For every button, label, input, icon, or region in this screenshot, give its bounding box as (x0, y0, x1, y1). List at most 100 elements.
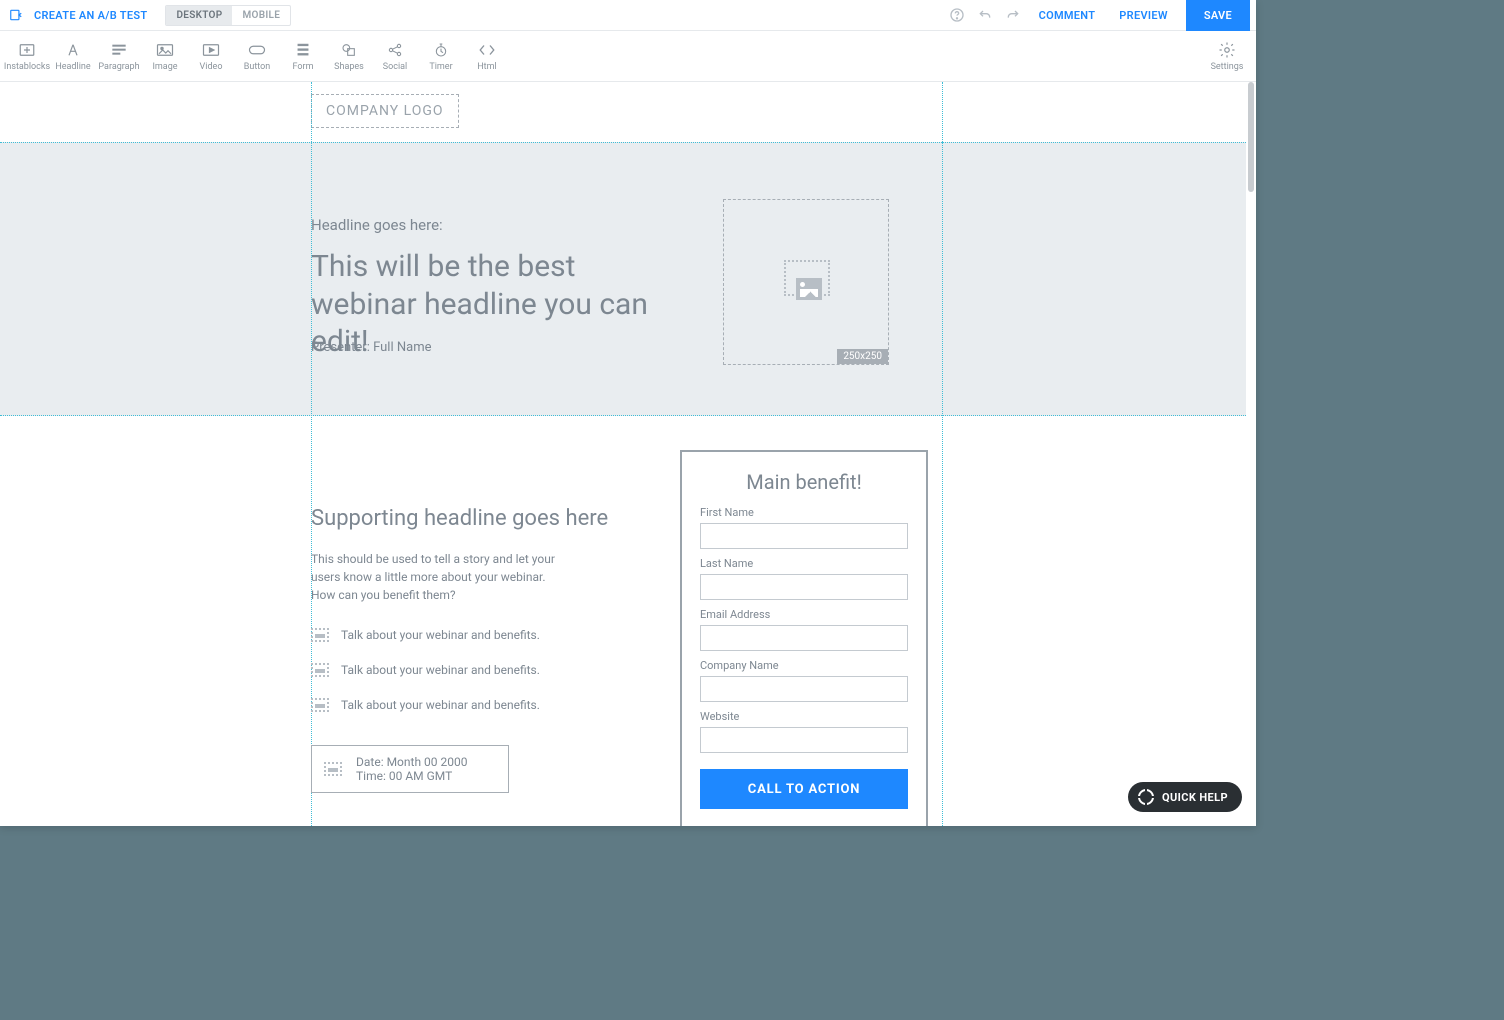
date-line: Date: Month 00 2000 (356, 755, 467, 769)
image-icon (311, 628, 329, 642)
redo-icon (1005, 7, 1021, 23)
support-body[interactable]: This should be used to tell a story and … (311, 550, 571, 604)
comment-link[interactable]: COMMENT (1027, 9, 1108, 22)
website-input[interactable] (700, 727, 908, 753)
shapes-icon (341, 42, 357, 58)
page: COMPANY LOGO Headline goes here: This wi… (0, 82, 1246, 826)
button-icon (248, 44, 266, 56)
field-label: Email Address (700, 608, 908, 621)
email-input[interactable] (700, 625, 908, 651)
device-mobile-button[interactable]: MOBILE (232, 6, 290, 25)
help-icon (949, 7, 965, 23)
back-icon (9, 8, 23, 22)
instablocks-icon (18, 42, 36, 58)
form-title[interactable]: Main benefit! (700, 470, 908, 494)
tool-strip: Instablocks Headline Paragraph Image Vid… (0, 31, 1256, 82)
image-icon (311, 698, 329, 712)
preview-link[interactable]: PREVIEW (1107, 9, 1180, 22)
tool-headline[interactable]: Headline (50, 31, 96, 81)
social-icon (387, 42, 403, 58)
app-bar: CREATE AN A/B TEST DESKTOP MOBILE COMMEN… (0, 0, 1256, 31)
tool-label: Timer (429, 62, 452, 72)
tool-label: Social (383, 62, 407, 72)
undo-icon (977, 7, 993, 23)
tool-label: Shapes (334, 62, 364, 72)
tool-paragraph[interactable]: Paragraph (96, 31, 142, 81)
video-icon (202, 43, 220, 57)
quick-help-label: QUICK HELP (1162, 791, 1228, 804)
tool-social[interactable]: Social (372, 31, 418, 81)
form-card[interactable]: Main benefit! First Name Last Name Email… (680, 450, 928, 826)
scrollbar-thumb[interactable] (1248, 82, 1254, 192)
hero-image-placeholder[interactable]: 250x250 (723, 199, 889, 365)
bullet-text: Talk about your webinar and benefits. (341, 628, 540, 642)
image-icon (324, 762, 342, 776)
device-desktop-button[interactable]: DESKTOP (166, 6, 232, 25)
date-time-text: Date: Month 00 2000 Time: 00 AM GMT (356, 755, 467, 783)
guide-vertical (942, 82, 943, 826)
image-icon (311, 663, 329, 677)
guide-vertical (311, 82, 312, 826)
last-name-input[interactable] (700, 574, 908, 600)
settings-label: Settings (1211, 62, 1244, 72)
image-size-tag: 250x250 (837, 349, 888, 364)
time-line: Time: 00 AM GMT (356, 769, 452, 783)
create-ab-test-link[interactable]: CREATE AN A/B TEST (34, 9, 147, 22)
first-name-input[interactable] (700, 523, 908, 549)
editor-shell: CREATE AN A/B TEST DESKTOP MOBILE COMMEN… (0, 0, 1256, 826)
support-bullet[interactable]: Talk about your webinar and benefits. (311, 663, 540, 677)
field-label: Website (700, 710, 908, 723)
hero-presenter[interactable]: Presenter: Full Name (311, 340, 432, 355)
support-heading[interactable]: Supporting headline goes here (311, 506, 608, 531)
tool-instablocks[interactable]: Instablocks (4, 31, 50, 81)
lifebuoy-icon (1138, 789, 1154, 805)
redo-button[interactable] (999, 1, 1027, 29)
image-icon (796, 278, 822, 300)
support-bullet[interactable]: Talk about your webinar and benefits. (311, 628, 540, 642)
tool-video[interactable]: Video (188, 31, 234, 81)
form-icon (296, 42, 310, 58)
tool-label: Video (200, 62, 223, 72)
timer-icon (433, 42, 449, 58)
html-icon (478, 43, 496, 57)
gear-icon (1218, 41, 1236, 59)
bullet-text: Talk about your webinar and benefits. (341, 663, 540, 677)
tool-form[interactable]: Form (280, 31, 326, 81)
tool-label: Headline (55, 62, 90, 72)
section-logo[interactable]: COMPANY LOGO (0, 82, 1246, 142)
tool-label: Button (244, 62, 270, 72)
settings-button[interactable]: Settings (1204, 41, 1250, 72)
image-icon (156, 43, 174, 57)
help-button[interactable] (943, 1, 971, 29)
quick-help-button[interactable]: QUICK HELP (1128, 782, 1242, 812)
guide-horizontal (0, 142, 1246, 143)
canvas[interactable]: COMPANY LOGO Headline goes here: This wi… (0, 82, 1256, 826)
field-label: First Name (700, 506, 908, 519)
undo-button[interactable] (971, 1, 999, 29)
support-bullet[interactable]: Talk about your webinar and benefits. (311, 698, 540, 712)
company-input[interactable] (700, 676, 908, 702)
tool-label: Paragraph (98, 62, 139, 72)
headline-icon (65, 42, 81, 58)
tool-label: Instablocks (4, 62, 50, 72)
tool-html[interactable]: Html (464, 31, 510, 81)
paragraph-icon (111, 44, 127, 56)
cta-button[interactable]: CALL TO ACTION (700, 769, 908, 809)
tool-button[interactable]: Button (234, 31, 280, 81)
hero-eyebrow[interactable]: Headline goes here: (311, 216, 443, 234)
tool-image[interactable]: Image (142, 31, 188, 81)
section-hero[interactable]: Headline goes here: This will be the bes… (0, 142, 1246, 416)
tool-shapes[interactable]: Shapes (326, 31, 372, 81)
bullet-text: Talk about your webinar and benefits. (341, 698, 540, 712)
device-toggle: DESKTOP MOBILE (165, 5, 291, 26)
tool-label: Html (477, 62, 496, 72)
tool-label: Image (152, 62, 177, 72)
date-time-box[interactable]: Date: Month 00 2000 Time: 00 AM GMT (311, 745, 509, 793)
section-support[interactable]: Supporting headline goes here This shoul… (0, 416, 1246, 826)
logo-placeholder[interactable]: COMPANY LOGO (311, 94, 459, 128)
back-button[interactable] (6, 5, 26, 25)
tool-timer[interactable]: Timer (418, 31, 464, 81)
save-button[interactable]: SAVE (1186, 0, 1250, 31)
field-label: Last Name (700, 557, 908, 570)
field-label: Company Name (700, 659, 908, 672)
